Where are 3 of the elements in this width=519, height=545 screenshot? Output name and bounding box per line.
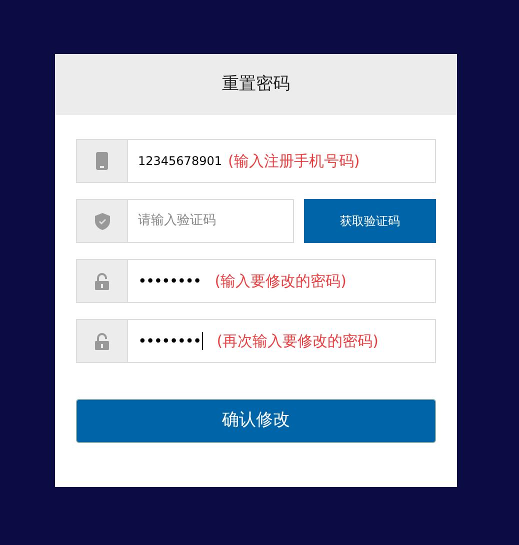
card-title: 重置密码: [55, 54, 457, 115]
get-code-button[interactable]: 获取验证码: [304, 199, 436, 243]
confirm-button[interactable]: 确认修改: [76, 399, 436, 443]
